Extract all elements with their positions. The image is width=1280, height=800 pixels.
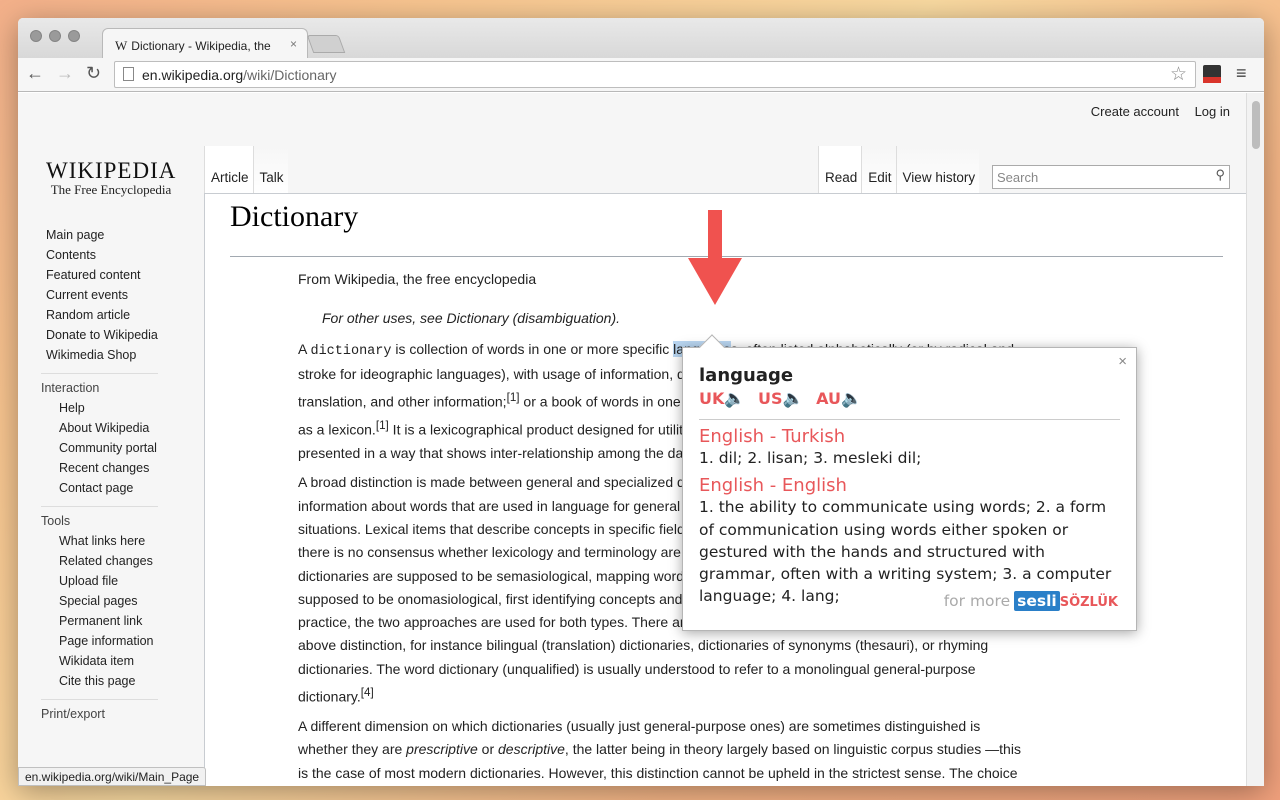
scrollbar-thumb[interactable]: [1252, 101, 1260, 149]
page-title: Dictionary: [230, 200, 359, 233]
sozluk-logo: SÖZLÜK: [1059, 595, 1118, 610]
forward-icon[interactable]: →: [56, 63, 74, 84]
dictionary-popup: × language UK🔈 US🔈 AU🔈 English - Turkish…: [682, 334, 1137, 631]
sidebar-item-related-changes[interactable]: Related changes: [59, 551, 158, 571]
url-host: en.wikipedia.org: [142, 67, 244, 83]
tab-edit[interactable]: Edit: [861, 146, 896, 194]
tagline: From Wikipedia, the free encyclopedia: [298, 271, 537, 287]
menu-icon[interactable]: ≡: [1236, 63, 1247, 84]
browser-toolbar: ← → ↻ en.wikipedia.org/wiki/Dictionary ☆…: [18, 58, 1264, 92]
page-icon: [123, 67, 134, 81]
login-link[interactable]: Log in: [1195, 104, 1230, 119]
bookmark-star-icon[interactable]: ☆: [1170, 63, 1187, 86]
sidebar-item-current-events[interactable]: Current events: [46, 285, 158, 305]
red-arrow-icon: [688, 210, 742, 305]
uk-pronunciation-button[interactable]: UK🔈: [699, 389, 746, 409]
speaker-icon: 🔈: [724, 389, 746, 409]
tools-heading[interactable]: Tools: [41, 506, 158, 531]
sidebar-item-help[interactable]: Help: [59, 398, 158, 418]
minimize-window-button[interactable]: [49, 30, 61, 42]
logo-title: WIKIPEDIA: [46, 158, 177, 183]
sidebar-item-featured-content[interactable]: Featured content: [46, 265, 158, 285]
print-export-heading[interactable]: Print/export: [41, 699, 158, 724]
us-pronunciation-button[interactable]: US🔈: [758, 389, 804, 409]
definition-en-tr: 1. dil; 2. lisan; 3. mesleki dil;: [699, 449, 922, 467]
paragraph-3: A different dimension on which dictionar…: [298, 718, 1021, 781]
status-bar: en.wikipedia.org/wiki/Main_Page: [18, 767, 207, 786]
namespace-tabs: Article Talk: [204, 146, 288, 194]
maximize-window-button[interactable]: [68, 30, 80, 42]
sidebar-item-community-portal[interactable]: Community portal: [59, 438, 158, 458]
sidebar-item-page-information[interactable]: Page information: [59, 631, 158, 651]
sidebar-item-donate[interactable]: Donate to Wikipedia: [46, 325, 158, 345]
pronunciation-row: UK🔈 US🔈 AU🔈: [699, 389, 1120, 420]
popup-close-icon[interactable]: ×: [1118, 353, 1127, 370]
speaker-icon: 🔈: [782, 389, 804, 409]
logo-subtitle: The Free Encyclopedia: [50, 182, 172, 197]
interaction-heading[interactable]: Interaction: [41, 373, 158, 398]
sidebar-item-special-pages[interactable]: Special pages: [59, 591, 158, 611]
popup-word: language: [699, 365, 794, 386]
sidebar-item-contact[interactable]: Contact page: [59, 478, 158, 498]
sidebar-item-contents[interactable]: Contents: [46, 245, 158, 265]
for-more-text: for more: [943, 592, 1011, 610]
tab-talk[interactable]: Talk: [252, 146, 288, 194]
section-heading-en-en: English - English: [699, 475, 847, 497]
sidebar-item-upload-file[interactable]: Upload file: [59, 571, 158, 591]
sidebar-item-cite-page[interactable]: Cite this page: [59, 671, 158, 691]
au-pronunciation-button[interactable]: AU🔈: [816, 389, 862, 409]
tab-view-history[interactable]: View history: [895, 146, 980, 194]
sidebar-item-about[interactable]: About Wikipedia: [59, 418, 158, 438]
speaker-icon: 🔈: [841, 389, 863, 409]
sesli-logo: sesli: [1014, 591, 1060, 611]
search-placeholder: Search: [997, 170, 1039, 185]
back-icon[interactable]: ←: [26, 63, 44, 84]
browser-tab[interactable]: W Dictionary - Wikipedia, the ×: [102, 28, 308, 59]
search-input[interactable]: Search ⚲: [992, 165, 1230, 189]
hatnote[interactable]: For other uses, see Dictionary (disambig…: [298, 307, 1033, 330]
wikipedia-favicon-icon: W: [115, 38, 128, 53]
for-more-link[interactable]: for more sesli SÖZLÜK: [943, 591, 1118, 611]
user-links: Create account Log in: [1079, 104, 1230, 119]
create-account-link[interactable]: Create account: [1091, 104, 1179, 119]
sidebar-item-what-links-here[interactable]: What links here: [59, 531, 158, 551]
tab-article[interactable]: Article: [204, 146, 253, 194]
sidebar-item-wikidata-item[interactable]: Wikidata item: [59, 651, 158, 671]
tab-read[interactable]: Read: [818, 146, 862, 194]
tab-title: Dictionary - Wikipedia, the: [131, 39, 271, 53]
scrollbar[interactable]: [1246, 93, 1264, 786]
sidebar: Main page Contents Featured content Curr…: [41, 225, 158, 724]
sidebar-item-recent-changes[interactable]: Recent changes: [59, 458, 158, 478]
section-heading-en-tr: English - Turkish: [699, 426, 846, 447]
tab-close-icon[interactable]: ×: [290, 37, 297, 51]
view-tabs: Read Edit View history: [818, 146, 980, 194]
sesli-extension-icon[interactable]: [1203, 65, 1221, 83]
search-icon[interactable]: ⚲: [1215, 167, 1225, 183]
sidebar-item-random-article[interactable]: Random article: [46, 305, 158, 325]
sidebar-item-shop[interactable]: Wikimedia Shop: [46, 345, 158, 365]
wikipedia-logo[interactable]: WIKIPEDIA The Free Encyclopedia: [46, 158, 176, 198]
sidebar-item-main-page[interactable]: Main page: [46, 225, 158, 245]
url-path: /wiki/Dictionary: [243, 67, 337, 83]
title-bar: W Dictionary - Wikipedia, the ×: [18, 18, 1264, 59]
address-bar[interactable]: en.wikipedia.org/wiki/Dictionary ☆: [114, 61, 1196, 88]
reload-icon[interactable]: ↻: [86, 63, 101, 84]
close-window-button[interactable]: [30, 30, 42, 42]
sidebar-item-permanent-link[interactable]: Permanent link: [59, 611, 158, 631]
new-tab-button[interactable]: [306, 35, 346, 53]
